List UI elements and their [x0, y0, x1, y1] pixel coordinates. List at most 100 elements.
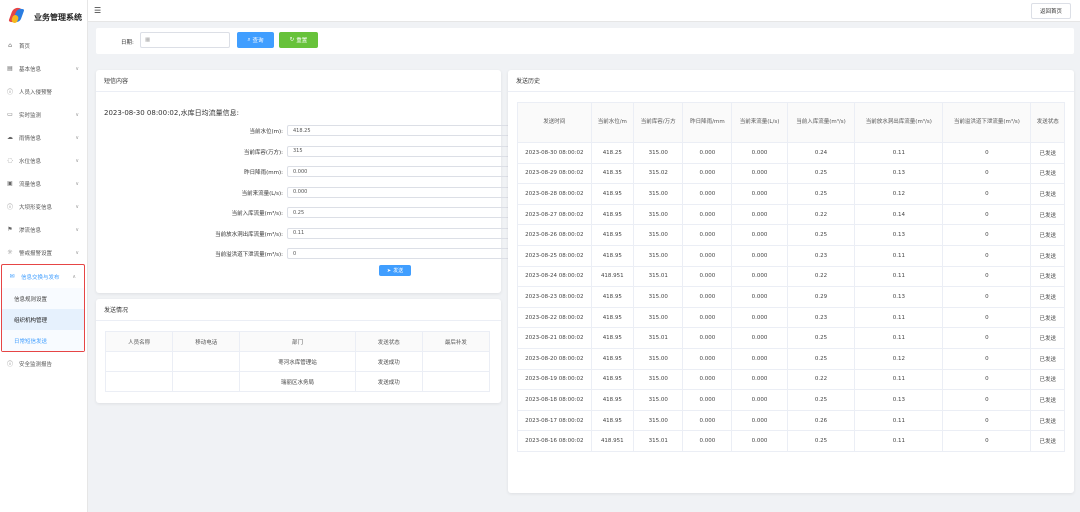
sidebar-item[interactable]: ▤ 基本信息 ∨ — [0, 57, 87, 80]
history-cell: 0 — [942, 265, 1032, 288]
back-home-button[interactable]: 返回首页 — [1030, 3, 1071, 19]
history-cell: 0.000 — [682, 327, 733, 349]
sidebar-item[interactable]: ▣ 流量信息 ∨ — [0, 172, 87, 195]
sidebar-item[interactable]: ⚑ 渗流信息 ∨ — [0, 218, 87, 241]
history-cell: 315.01 — [633, 430, 684, 452]
status-cell — [421, 351, 491, 372]
history-cell: 418.95 — [590, 389, 635, 411]
sms-field-row: 当前入库流量(m³/s): 0.25 — [96, 207, 588, 218]
history-cell: 0.11 — [854, 327, 944, 349]
history-row: 2023-08-25 08:00:02 418.95 315.00 0.000 0.00… — [517, 244, 1065, 267]
monitor-icon: ▭ — [7, 111, 13, 118]
history-cell: 0 — [942, 162, 1032, 185]
chevron-down-icon: ∨ — [75, 65, 79, 72]
history-cell: 0.000 — [682, 244, 733, 267]
sms-card-title: 短信内容 — [96, 70, 501, 92]
history-row: 2023-08-27 08:00:02 418.95 315.00 0.000 0.00… — [517, 203, 1065, 226]
sms-field-row: 当前水位(m): 418.25 — [96, 125, 588, 136]
sidebar-item[interactable]: ⌂ 首页 — [0, 34, 87, 57]
sidebar-item[interactable]: ☁ 雨情信息 ∨ — [0, 126, 87, 149]
cloud-icon: ☁ — [7, 134, 13, 141]
history-cell: 418.95 — [590, 183, 635, 205]
date-input[interactable]: ▦ — [140, 32, 230, 48]
history-cell: 0.24 — [786, 142, 856, 164]
sidebar-item-label: 安全监测报告 — [19, 361, 53, 368]
status-cell — [421, 371, 491, 392]
history-cell: 2023-08-30 08:00:02 — [517, 142, 592, 164]
status-table: 人员名称 移动电话 部门 发送状态 最后补发 枣河水库管理站 发送成功 瑞丽区水务局 发送成功 — [104, 331, 491, 392]
history-cell: 已发送 — [1030, 286, 1065, 308]
document-icon: ▤ — [7, 65, 13, 72]
history-cell: 0.000 — [731, 306, 788, 329]
mail-icon: ✉ — [9, 273, 15, 280]
sidebar-item[interactable]: ☼ 警戒报警设置 ∨ — [0, 241, 87, 264]
history-cell: 2023-08-23 08:00:02 — [517, 286, 592, 308]
history-cell: 0.22 — [786, 265, 856, 288]
sidebar-item[interactable]: ▭ 实时监测 ∨ — [0, 103, 87, 126]
history-cell: 0.25 — [786, 162, 856, 185]
history-cell: 0.23 — [786, 306, 856, 329]
history-cell: 0.29 — [786, 286, 856, 308]
send-button[interactable]: ➤ 发送 — [379, 265, 411, 276]
submenu-item[interactable]: 信息规则设置 — [2, 288, 84, 309]
query-button[interactable]: ⌕ 查询 — [237, 32, 274, 48]
logo-area[interactable]: 业务管理系统 — [0, 0, 87, 34]
history-table: 发送时间 当前水位/m 当前库容/万方 昨日降雨/mm 当前来流量(L/s) 当前入库流量… — [517, 102, 1065, 452]
history-cell: 418.95 — [590, 286, 635, 308]
sidebar-item-safety-report[interactable]: ⓘ 安全监测报告 — [0, 352, 87, 375]
history-cell: 2023-08-18 08:00:02 — [517, 389, 592, 411]
history-column-header: 当前库容/万方 — [633, 102, 684, 143]
history-cell: 2023-08-19 08:00:02 — [517, 368, 592, 391]
history-cell: 2023-08-20 08:00:02 — [517, 347, 592, 370]
history-cell: 2023-08-21 08:00:02 — [517, 327, 592, 349]
history-cell: 315.01 — [633, 327, 684, 349]
history-cell: 418.35 — [590, 162, 635, 185]
sidebar-item-label: 大坝形变信息 — [19, 204, 53, 211]
history-cell: 315.00 — [633, 389, 684, 411]
history-cell: 315.00 — [633, 183, 684, 205]
sidebar-item-label: 基本信息 — [19, 66, 42, 73]
chevron-down-icon: ∨ — [75, 157, 79, 164]
history-cell: 2023-08-24 08:00:02 — [517, 265, 592, 288]
reset-button[interactable]: ↻ 重置 — [279, 32, 318, 48]
history-cell: 0.13 — [854, 224, 944, 246]
history-row: 2023-08-24 08:00:02 418.951 315.01 0.000 0.0… — [517, 265, 1065, 288]
history-cell: 2023-08-16 08:00:02 — [517, 430, 592, 452]
history-cell: 0.000 — [731, 203, 788, 226]
history-cell: 0.25 — [786, 347, 856, 370]
history-cell: 315.00 — [633, 306, 684, 329]
chevron-down-icon: ∨ — [75, 111, 79, 118]
info-icon: ⓘ — [6, 361, 13, 368]
sidebar-item[interactable]: ⓘ 大坝形变信息 ∨ — [0, 195, 87, 218]
submenu-item[interactable]: 日常短信发送 — [2, 330, 84, 351]
sms-field-row: 当前库容(万方): 315 — [96, 145, 588, 157]
history-row: 2023-08-28 08:00:02 418.95 315.00 0.000 0.00… — [517, 183, 1065, 205]
sidebar-item-label: 信息交换与发布 — [21, 274, 60, 281]
sidebar-item[interactable]: ⓘ 人员入侵预警 — [0, 80, 87, 103]
history-cell: 0.11 — [854, 142, 944, 164]
send-status-card: 发送情况 人员名称 移动电话 部门 发送状态 最后补发 枣河水库管理站 发送成功 瑞丽区水务… — [96, 299, 501, 403]
history-cell: 0.25 — [786, 389, 856, 411]
history-cell: 2023-08-17 08:00:02 — [517, 409, 592, 432]
history-cell: 0 — [942, 306, 1032, 329]
status-column-header: 最后补发 — [421, 331, 491, 352]
history-cell: 已发送 — [1030, 306, 1065, 329]
submenu-item[interactable]: 组织机构管理 — [2, 309, 84, 330]
sidebar-item-info-exchange[interactable]: ✉ 信息交换与发布 ∧ — [2, 265, 84, 288]
sms-field-label: 当前水位(m): — [249, 129, 283, 135]
menu-toggle-icon[interactable]: ☰ — [94, 6, 101, 15]
history-cell: 已发送 — [1030, 183, 1065, 205]
history-column-header: 当前来流量(L/s) — [731, 102, 788, 143]
history-cell: 0.11 — [854, 244, 944, 267]
sidebar-item-label: 渗流信息 — [19, 227, 42, 234]
history-cell: 已发送 — [1030, 409, 1065, 432]
history-cell: 0.25 — [786, 183, 856, 205]
history-cell: 0.000 — [731, 286, 788, 308]
history-column-header: 当前入库流量(m³/s) — [786, 102, 856, 143]
history-cell: 0.000 — [731, 409, 788, 432]
history-cell: 315.00 — [633, 244, 684, 267]
history-cell: 2023-08-25 08:00:02 — [517, 244, 592, 267]
status-cell — [172, 351, 241, 372]
logo-icon — [8, 5, 26, 29]
sidebar-item[interactable]: ◌ 水位信息 ∨ — [0, 149, 87, 172]
